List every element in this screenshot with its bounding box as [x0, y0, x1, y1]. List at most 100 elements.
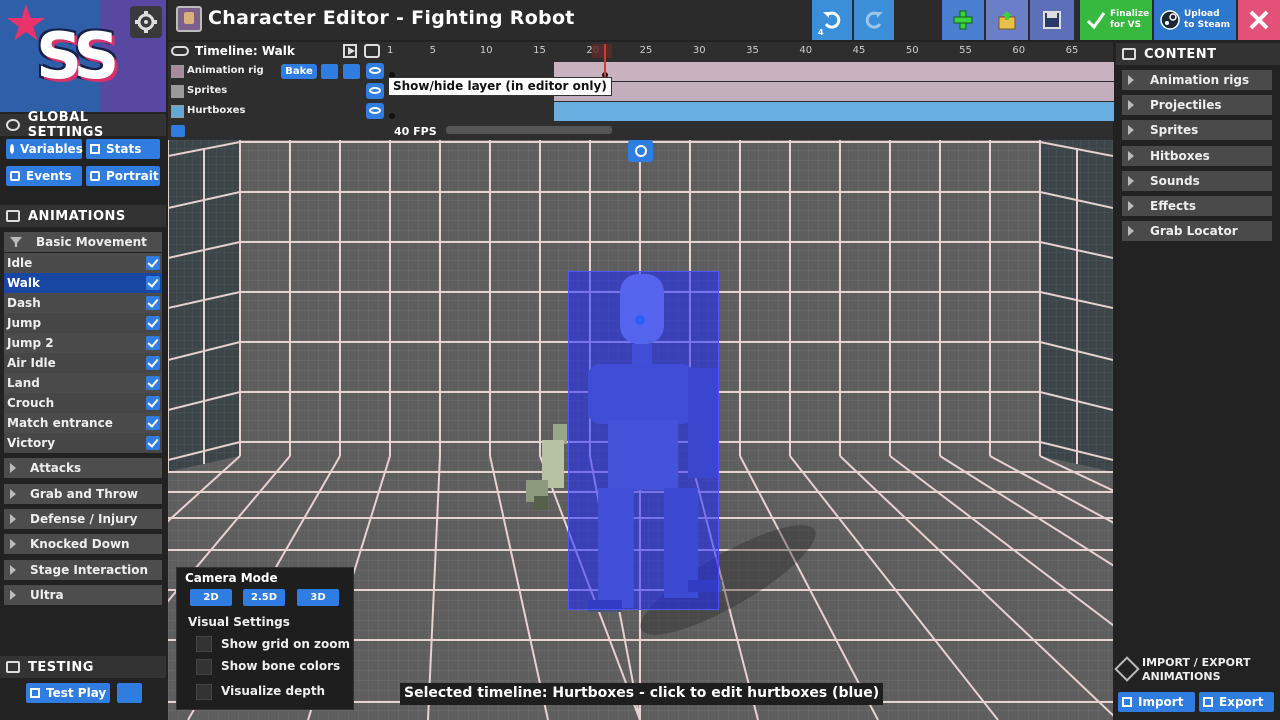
anim-item-crouch[interactable]: Crouch	[4, 393, 162, 413]
export-button[interactable]: Export	[1199, 692, 1274, 712]
layer-color-swatch[interactable]	[171, 85, 184, 98]
eye-icon[interactable]	[366, 63, 384, 79]
content-item-animation-rigs[interactable]: Animation rigs	[1122, 70, 1272, 90]
anim-item-match-entrance[interactable]: Match entrance	[4, 413, 162, 433]
chevron-right-icon	[10, 590, 16, 600]
anim-label: Crouch	[7, 396, 55, 410]
events-button[interactable]: Events	[6, 166, 82, 186]
gamepad-button[interactable]	[117, 683, 142, 703]
check-icon[interactable]	[146, 296, 160, 310]
anim-item-walk[interactable]: Walk	[4, 273, 162, 293]
timeline-title: Timeline: Walk	[171, 44, 295, 58]
frame-tick-label: 25	[639, 45, 653, 56]
check-icon[interactable]	[146, 376, 160, 390]
close-button[interactable]	[1238, 0, 1280, 40]
open-file-button[interactable]	[986, 0, 1028, 40]
check-icon[interactable]	[146, 416, 160, 430]
anim-item-air-idle[interactable]: Air Idle	[4, 353, 162, 373]
fps-bar	[168, 122, 1113, 140]
check-icon[interactable]	[146, 436, 160, 450]
group-basic-movement[interactable]: Basic Movement	[4, 232, 162, 252]
group-knocked-down[interactable]: Knocked Down	[4, 534, 162, 554]
show-bone-colors-checkbox[interactable]	[196, 659, 212, 675]
keyframe[interactable]	[389, 113, 395, 119]
show-grid-checkbox[interactable]	[196, 636, 212, 652]
layer-row-sprites[interactable]: Sprites	[168, 82, 1280, 101]
test-play-button[interactable]: Test Play	[26, 683, 110, 703]
check-icon[interactable]	[146, 276, 160, 290]
check-icon[interactable]	[146, 256, 160, 270]
layer-color-swatch[interactable]	[171, 65, 184, 78]
events-icon	[10, 171, 20, 181]
bake-button[interactable]: Bake	[281, 64, 317, 79]
upload-steam-button[interactable]: Upload to Steam	[1154, 0, 1236, 40]
select-icon[interactable]	[321, 64, 338, 79]
anim-item-dash[interactable]: Dash	[4, 293, 162, 313]
content-item-sounds[interactable]: Sounds	[1122, 171, 1272, 191]
layer-row-hurtboxes[interactable]: Hurtboxes	[168, 102, 1280, 121]
group-defense-injury[interactable]: Defense / Injury	[4, 509, 162, 529]
portrait-button[interactable]: Portrait	[86, 166, 160, 186]
anim-item-victory[interactable]: Victory	[4, 433, 162, 453]
anim-item-land[interactable]: Land	[4, 373, 162, 393]
loop-button[interactable]	[364, 44, 380, 58]
chevron-right-icon	[10, 463, 16, 473]
frame-tick-label: 55	[959, 45, 972, 56]
timeline-icon	[171, 46, 189, 56]
save-button[interactable]	[1030, 0, 1074, 40]
add-button[interactable]	[942, 0, 984, 40]
chevron-right-icon	[10, 514, 16, 524]
variables-button[interactable]: Variables	[6, 139, 83, 159]
visualize-depth-checkbox[interactable]	[196, 684, 212, 700]
right-panel	[1114, 42, 1280, 720]
content-item-sprites[interactable]: Sprites	[1122, 120, 1272, 140]
layer-color-swatch[interactable]	[171, 105, 184, 118]
group-grab-and-throw[interactable]: Grab and Throw	[4, 484, 162, 504]
group-ultra[interactable]: Ultra	[4, 585, 162, 605]
eye-icon[interactable]	[366, 83, 384, 99]
collapse-icon	[10, 237, 22, 247]
content-header: CONTENT	[1116, 43, 1280, 65]
group-stage-interaction[interactable]: Stage Interaction	[4, 560, 162, 580]
layer-option-button[interactable]	[343, 64, 360, 79]
group-attacks[interactable]: Attacks	[4, 458, 162, 478]
portrait-icon	[90, 171, 100, 181]
redo-button[interactable]	[854, 0, 894, 40]
import-button[interactable]: Import	[1118, 692, 1195, 712]
camera-2-5d-button[interactable]: 2.5D	[243, 589, 285, 606]
camera-2d-button[interactable]: 2D	[190, 589, 232, 606]
camera-reset-button[interactable]	[628, 140, 653, 162]
play-button[interactable]	[343, 44, 357, 58]
frame-tick-label: 30	[692, 45, 706, 56]
stats-label: Stats	[106, 142, 142, 156]
frame-tick-label: 35	[746, 45, 759, 56]
animation-list: Idle Walk Dash Jump Jump 2 Air Idle Land…	[4, 253, 162, 453]
content-item-projectiles[interactable]: Projectiles	[1122, 95, 1272, 115]
check-icon[interactable]	[146, 316, 160, 330]
anim-item-jump[interactable]: Jump	[4, 313, 162, 333]
import-icon	[1122, 697, 1132, 707]
check-icon[interactable]	[146, 356, 160, 370]
anim-label: Jump 2	[7, 336, 54, 350]
gear-icon[interactable]	[130, 6, 162, 38]
finalize-button[interactable]: Finalize for VS	[1080, 0, 1152, 40]
playhead-marker[interactable]	[592, 44, 612, 58]
content-item-effects[interactable]: Effects	[1122, 196, 1272, 216]
check-icon[interactable]	[146, 396, 160, 410]
chevron-right-icon	[10, 489, 16, 499]
hurtbox[interactable]	[568, 271, 719, 610]
content-item-hitboxes[interactable]: Hitboxes	[1122, 146, 1272, 166]
show-grid-label: Show grid on zoom	[221, 637, 351, 651]
check-icon[interactable]	[146, 336, 160, 350]
frame-tick-label: 50	[905, 45, 919, 56]
eye-icon[interactable]	[366, 103, 384, 119]
gear-icon	[6, 119, 20, 131]
chevron-right-icon	[1128, 176, 1134, 186]
anim-item-jump-2[interactable]: Jump 2	[4, 333, 162, 353]
camera-3d-button[interactable]: 3D	[297, 589, 339, 606]
fps-slider[interactable]	[446, 126, 612, 134]
content-item-grab-locator[interactable]: Grab Locator	[1122, 221, 1272, 241]
anim-item-idle[interactable]: Idle	[4, 253, 162, 273]
timeline-toggle-icon[interactable]	[171, 125, 185, 137]
stats-button[interactable]: Stats	[86, 139, 160, 159]
